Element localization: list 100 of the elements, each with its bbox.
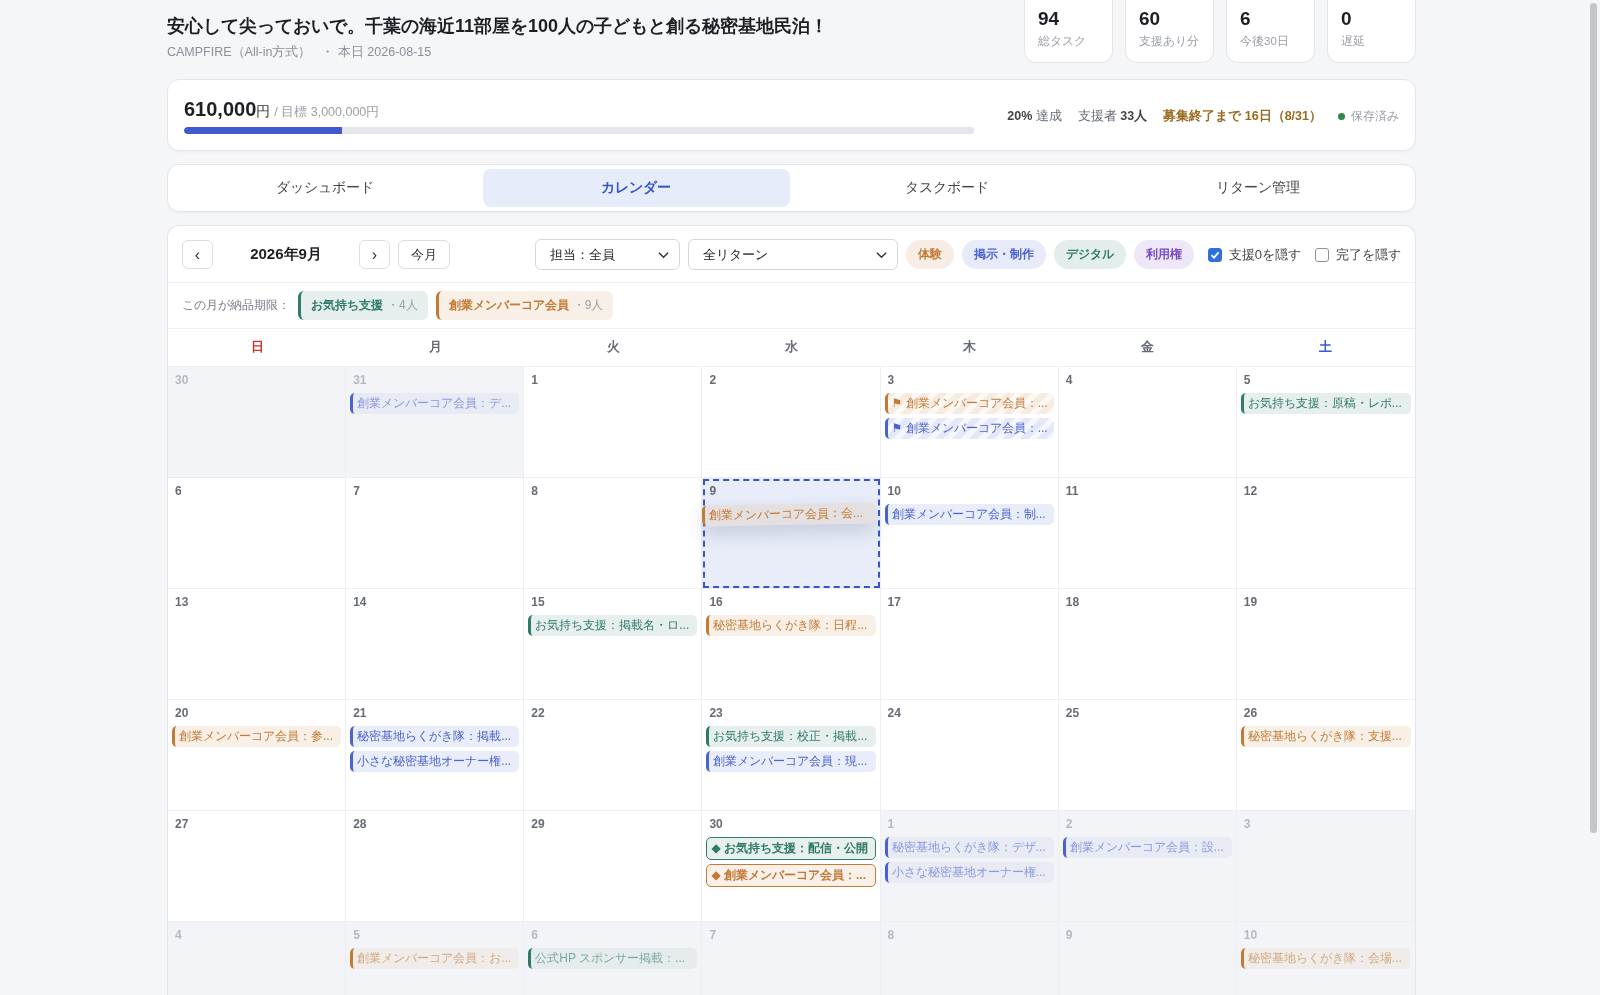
amount: 610,000 xyxy=(184,98,257,120)
milestone-event-chip[interactable]: ◆ 創業メンバーコア会員：... xyxy=(706,864,876,887)
day-number: 10 xyxy=(1242,928,1259,944)
milestone-event-chip[interactable]: ◆ お気持ち支援：配信・公開 xyxy=(706,837,876,860)
checkbox[interactable] xyxy=(1315,247,1329,262)
day-number: 11 xyxy=(1064,484,1080,500)
checkbox[interactable] xyxy=(1207,247,1222,262)
event-chip[interactable]: お気持ち支援：原稿・レポ... xyxy=(1240,393,1411,414)
day-number: 15 xyxy=(530,595,546,611)
day-number: 31 xyxy=(352,373,368,389)
dropdown[interactable]: 担当：全員 xyxy=(534,239,680,270)
day-number: 18 xyxy=(1064,595,1081,611)
day-number: 6 xyxy=(174,484,183,500)
previous-month-button[interactable]: ‹ xyxy=(182,240,213,269)
category-filter-chip[interactable]: デジタル xyxy=(1053,240,1126,269)
day-number: 8 xyxy=(530,484,539,500)
day-number: 3 xyxy=(886,373,896,389)
event-chip[interactable]: 小さな秘密基地オーナー権... xyxy=(884,862,1054,883)
dropdown[interactable]: 全リターン xyxy=(687,239,898,270)
checkbox-label: 支援0を隠す xyxy=(1228,245,1301,264)
day-number: 20 xyxy=(174,706,190,722)
status-dot-icon xyxy=(1338,112,1345,120)
day-number: 9 xyxy=(1064,928,1074,944)
day-number: 2 xyxy=(708,373,718,389)
day-number: 29 xyxy=(530,817,546,833)
event-chip[interactable]: 創業メンバーコア会員：現... xyxy=(706,751,876,772)
month-title: 2026年9月 xyxy=(249,245,323,264)
event-chip[interactable]: 秘密基地らくがき隊：デザ... xyxy=(884,837,1054,858)
day-number: 5 xyxy=(1242,373,1252,389)
day-number: 28 xyxy=(352,817,368,833)
day-number: 1 xyxy=(886,817,896,833)
stat-value: 60 xyxy=(1139,8,1162,30)
event-chip[interactable]: 小さな秘密基地オーナー権... xyxy=(350,751,520,772)
chevron-down-icon xyxy=(657,250,669,259)
stat-label: 総タスク xyxy=(1038,34,1087,49)
event-chip[interactable]: 秘密基地らくがき隊：日程... xyxy=(706,615,876,636)
tab[interactable]: リターン管理 xyxy=(1104,169,1411,207)
deadline-text: 募集終了まで 16日（8/31） xyxy=(1163,107,1322,125)
goal-label: / 目標 3,000,000円 xyxy=(274,105,380,119)
stat-label: 今後30日 xyxy=(1240,34,1290,49)
event-chip[interactable]: 創業メンバーコア会員：設... xyxy=(1062,837,1232,858)
deadline-label: この月が納品期限： xyxy=(182,297,290,314)
day-number: 16 xyxy=(708,595,724,611)
event-chip[interactable]: 創業メンバーコア会員：参... xyxy=(172,726,342,747)
day-number: 21 xyxy=(352,706,368,722)
day-number: 26 xyxy=(1242,706,1259,722)
platform-label: CAMPFIRE（All-in方式） xyxy=(167,44,312,61)
day-number: 3 xyxy=(1242,817,1252,833)
chevron-down-icon xyxy=(875,250,887,259)
this-month-button[interactable]: 今月 xyxy=(398,240,450,269)
dragged-event-chip[interactable]: 創業メンバーコア会員：会... xyxy=(702,502,876,527)
day-number: 12 xyxy=(1242,484,1259,500)
today-date: ・ 本日 2026-08-15 xyxy=(321,44,432,61)
project-title: 安心して尖っておいで。千葉の海近11部屋を100人の子どもと創る秘密基地民泊！ xyxy=(167,15,829,38)
category-filter-chip[interactable]: 体験 xyxy=(905,240,954,269)
save-status: 保存済み xyxy=(1351,108,1399,124)
flagged-event-chip[interactable]: ⚑ 創業メンバーコア会員：... xyxy=(884,393,1054,414)
day-number: 30 xyxy=(174,373,190,389)
day-number: 30 xyxy=(708,817,724,833)
tab[interactable]: カレンダー xyxy=(482,169,790,207)
day-number: 5 xyxy=(352,928,361,944)
day-number: 4 xyxy=(1064,373,1074,389)
day-number: 25 xyxy=(1064,706,1081,722)
checkbox-label: 完了を隠す xyxy=(1336,245,1401,264)
day-number: 6 xyxy=(530,928,539,944)
next-month-button[interactable]: › xyxy=(359,240,390,269)
day-number: 17 xyxy=(886,595,902,611)
stat-value: 6 xyxy=(1240,8,1252,30)
day-number: 4 xyxy=(174,928,183,944)
currency-unit: 円 xyxy=(256,103,271,119)
event-chip[interactable]: 創業メンバーコア会員：デ... xyxy=(350,393,520,414)
event-chip[interactable]: お気持ち支援：校正・掲載... xyxy=(706,726,876,747)
stat-value: 94 xyxy=(1038,8,1061,30)
category-filter-chip[interactable]: 掲示・制作 xyxy=(961,240,1046,269)
day-number: 7 xyxy=(708,928,718,944)
achievement-text: 20% 達成 xyxy=(1007,107,1062,125)
flagged-event-chip[interactable]: ⚑ 創業メンバーコア会員：... xyxy=(884,418,1054,439)
day-number: 8 xyxy=(886,928,896,944)
day-number: 2 xyxy=(1064,817,1074,833)
event-chip[interactable]: 秘密基地らくがき隊：掲載... xyxy=(350,726,520,747)
category-filter-chip[interactable]: 利用権 xyxy=(1133,240,1194,269)
deadline-chip: 創業メンバーコア会員 ・9人 xyxy=(435,291,614,320)
day-number: 1 xyxy=(530,373,539,389)
scroll-thumb[interactable] xyxy=(1589,3,1597,833)
event-chip[interactable]: お気持ち支援：掲載名・ロ... xyxy=(528,615,698,636)
event-chip[interactable]: 創業メンバーコア会員：制... xyxy=(884,504,1054,525)
stat-label: 支援あり分 xyxy=(1139,34,1200,49)
tab[interactable]: タスクボード xyxy=(793,169,1101,207)
day-number: 13 xyxy=(174,595,190,611)
day-number: 10 xyxy=(886,484,902,500)
stat-value: 0 xyxy=(1341,8,1353,30)
day-number: 14 xyxy=(352,595,368,611)
day-number: 22 xyxy=(530,706,546,722)
day-number: 23 xyxy=(708,706,724,722)
event-chip[interactable]: 秘密基地らくがき隊：支援... xyxy=(1240,726,1411,747)
stat-label: 遅延 xyxy=(1341,34,1366,49)
day-number: 9 xyxy=(708,484,718,500)
day-number: 27 xyxy=(174,817,190,833)
tab[interactable]: ダッシュボード xyxy=(172,169,479,207)
deadline-chip: お気持ち支援 ・4人 xyxy=(298,291,428,320)
